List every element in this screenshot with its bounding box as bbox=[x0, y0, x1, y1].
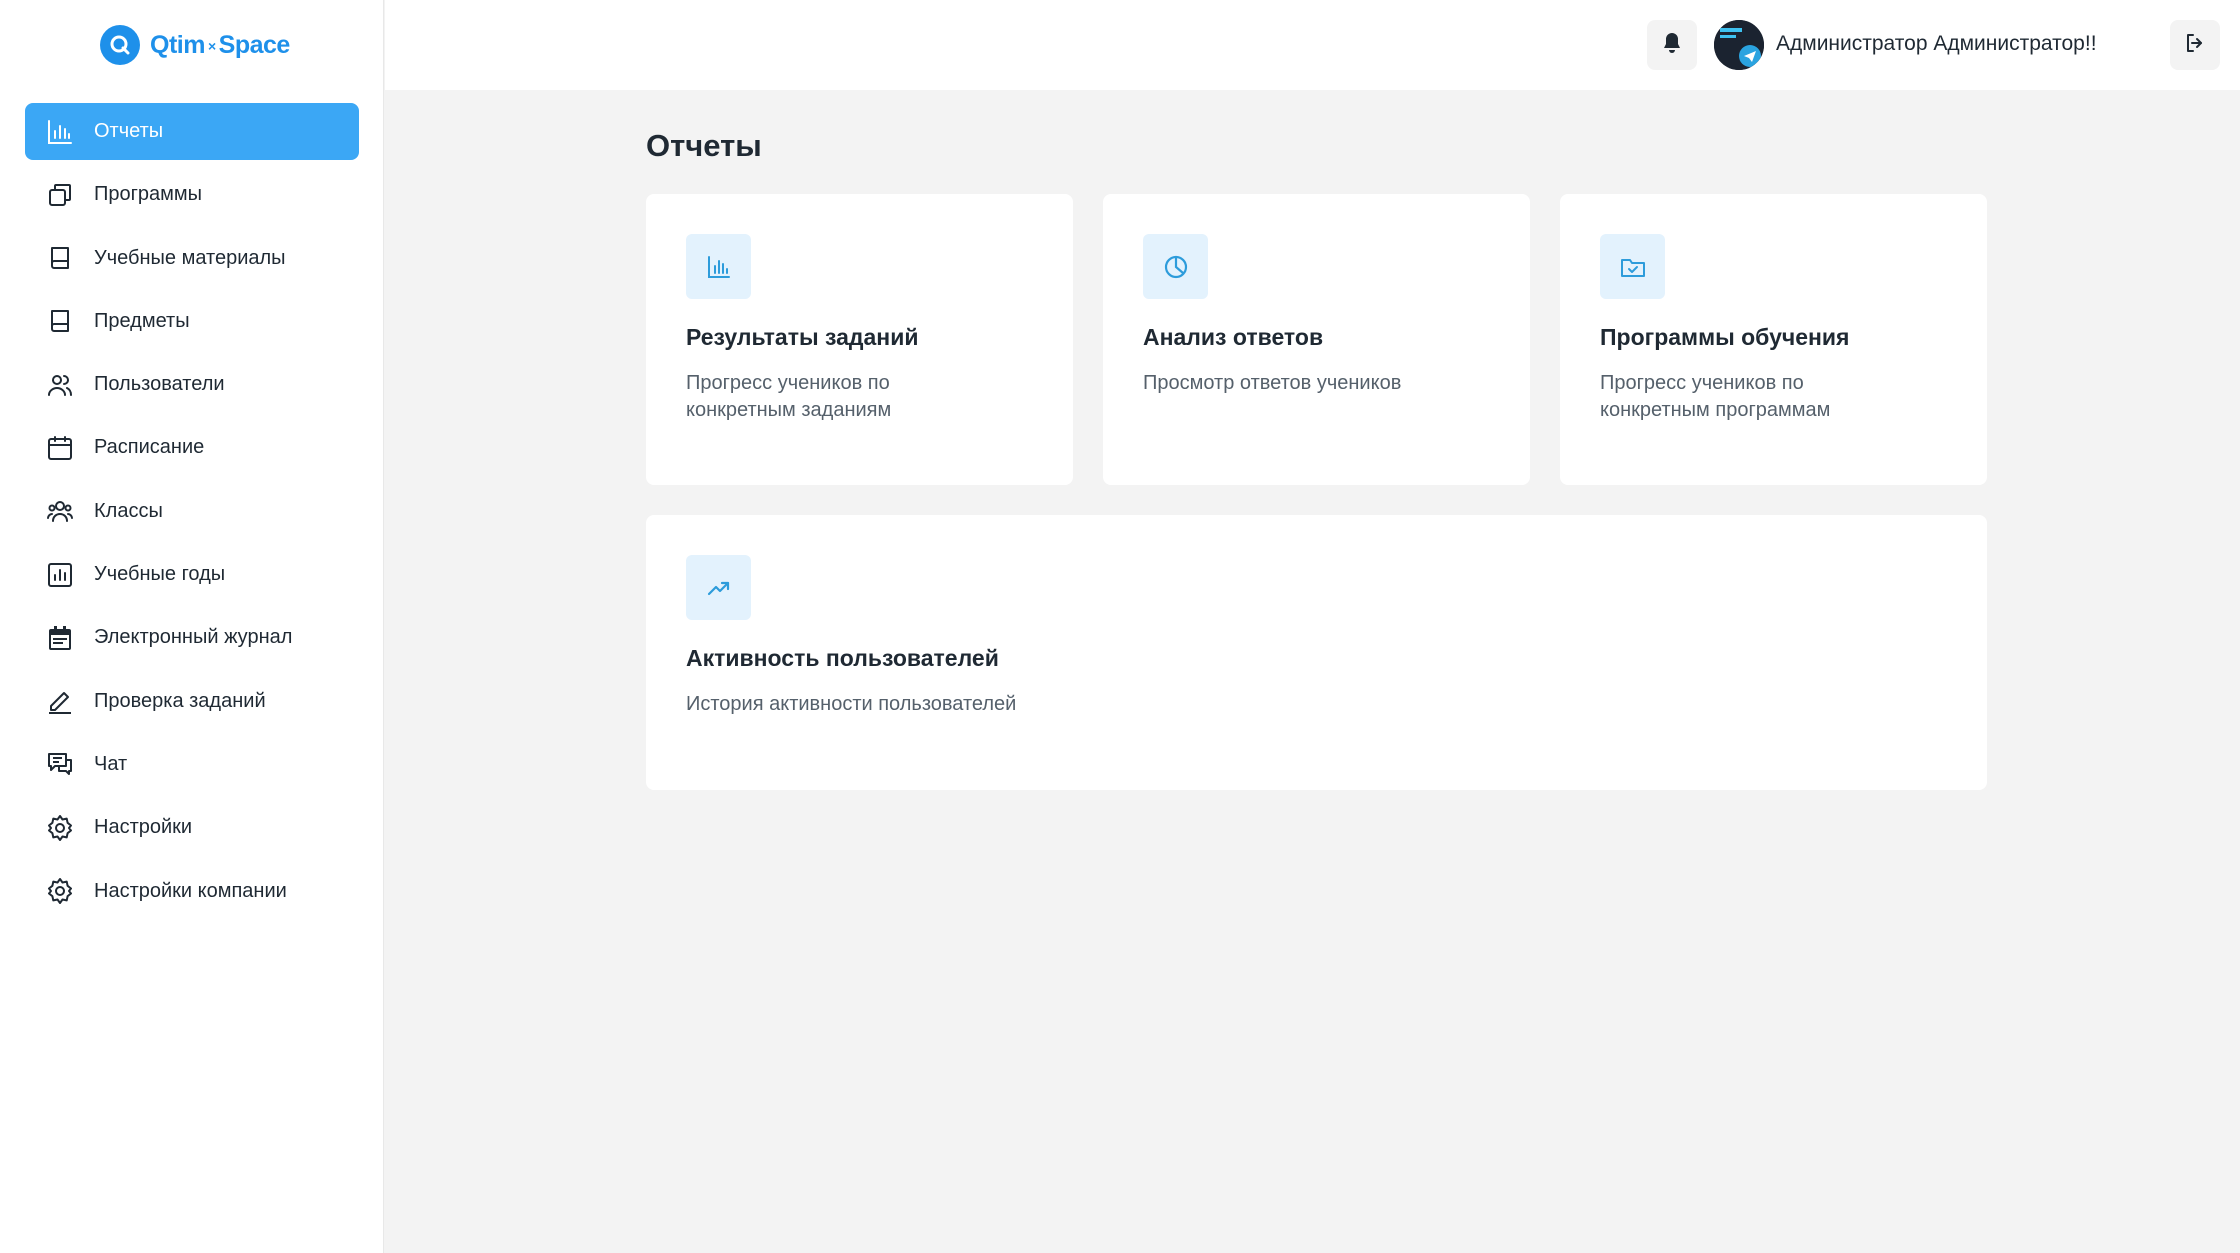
sidebar-item-programs[interactable]: Программы bbox=[25, 166, 359, 223]
notifications-button[interactable] bbox=[1647, 20, 1697, 70]
card-title: Анализ ответов bbox=[1143, 324, 1324, 350]
sidebar-item-label: Электронный журнал bbox=[94, 626, 293, 649]
card-description: История активности пользователей bbox=[686, 693, 1017, 715]
sidebar-item-school-years[interactable]: Учебные годы bbox=[25, 546, 359, 603]
card-description: Просмотр ответов учеников bbox=[1143, 372, 1402, 394]
avatar[interactable] bbox=[1714, 20, 1764, 70]
card-description: Прогресс учеников по конкретным программ… bbox=[1600, 372, 1831, 421]
sidebar-item-settings[interactable]: Настройки bbox=[25, 799, 359, 856]
report-card-answer-analysis[interactable]: Анализ ответов Просмотр ответов учеников bbox=[1103, 194, 1530, 485]
sidebar-item-label: Пользователи bbox=[94, 373, 225, 396]
sidebar-item-company-settings[interactable]: Настройки компании bbox=[25, 863, 359, 920]
sidebar-item-label: Чат bbox=[94, 752, 128, 775]
sidebar-item-users[interactable]: Пользователи bbox=[25, 356, 359, 413]
sidebar-item-label: Учебные годы bbox=[94, 563, 226, 586]
calendar-filled-icon bbox=[46, 624, 74, 652]
users-icon bbox=[46, 371, 74, 399]
sidebar-nav: Отчеты Программы Учебные материалы Предм… bbox=[25, 103, 359, 926]
sidebar-item-task-review[interactable]: Проверка заданий bbox=[25, 673, 359, 730]
logout-icon bbox=[2183, 31, 2207, 60]
user-name[interactable]: Администратор Администратор!! bbox=[1776, 32, 2097, 56]
sidebar-item-label: Классы bbox=[94, 499, 163, 522]
app: Qtim × Space Отчеты Программы Учебные ма… bbox=[0, 0, 2240, 1253]
sidebar-item-classes[interactable]: Классы bbox=[25, 483, 359, 540]
bar-chart-icon bbox=[686, 234, 751, 299]
report-card-learning-programs[interactable]: Программы обучения Прогресс учеников по … bbox=[1560, 194, 1987, 485]
sidebar-item-chat[interactable]: Чат bbox=[25, 736, 359, 793]
sidebar-item-label: Расписание bbox=[94, 436, 205, 459]
bar-chart-icon bbox=[46, 118, 74, 146]
chat-icon bbox=[46, 750, 74, 778]
sidebar-item-label: Настройки bbox=[94, 816, 193, 839]
logo-text: Qtim × Space bbox=[150, 30, 290, 59]
report-card-task-results[interactable]: Результаты заданий Прогресс учеников по … bbox=[646, 194, 1073, 485]
sidebar-item-label: Отчеты bbox=[94, 120, 164, 142]
trend-up-icon bbox=[686, 555, 751, 620]
bell-icon bbox=[1661, 31, 1683, 60]
gear-icon bbox=[46, 814, 74, 842]
gear-icon bbox=[46, 877, 74, 905]
logo[interactable]: Qtim × Space bbox=[100, 24, 290, 66]
sidebar-item-label: Программы bbox=[94, 183, 203, 206]
card-title: Результаты заданий bbox=[686, 324, 919, 350]
chart-square-icon bbox=[46, 561, 74, 589]
folder-check-icon bbox=[1600, 234, 1665, 299]
card-title: Программы обучения bbox=[1600, 324, 1850, 350]
sidebar-item-gradebook[interactable]: Электронный журнал bbox=[25, 609, 359, 666]
book-icon bbox=[46, 307, 74, 335]
calendar-icon bbox=[46, 434, 74, 462]
sidebar-item-label: Предметы bbox=[94, 309, 190, 332]
sidebar-item-label: Учебные материалы bbox=[94, 246, 286, 269]
card-title: Активность пользователей bbox=[686, 645, 999, 671]
sidebar-item-materials[interactable]: Учебные материалы bbox=[25, 230, 359, 287]
page-title: Отчеты bbox=[646, 128, 762, 163]
sidebar-item-label: Настройки компании bbox=[94, 879, 287, 902]
sidebar-item-schedule[interactable]: Расписание bbox=[25, 419, 359, 476]
card-description: Прогресс учеников по конкретным заданиям bbox=[686, 372, 892, 421]
sidebar-item-reports[interactable]: Отчеты bbox=[25, 103, 359, 160]
book-icon bbox=[46, 244, 74, 272]
group-icon bbox=[46, 497, 74, 525]
report-card-user-activity[interactable]: Активность пользователей История активно… bbox=[646, 515, 1987, 790]
logo-mark-icon bbox=[100, 25, 140, 65]
sidebar: Qtim × Space Отчеты Программы Учебные ма… bbox=[0, 0, 384, 1253]
logout-button[interactable] bbox=[2170, 20, 2220, 70]
sidebar-item-subjects[interactable]: Предметы bbox=[25, 293, 359, 350]
sidebar-item-label: Проверка заданий bbox=[94, 689, 266, 712]
pencil-icon bbox=[46, 687, 74, 715]
copy-icon bbox=[46, 181, 74, 209]
pie-chart-icon bbox=[1143, 234, 1208, 299]
